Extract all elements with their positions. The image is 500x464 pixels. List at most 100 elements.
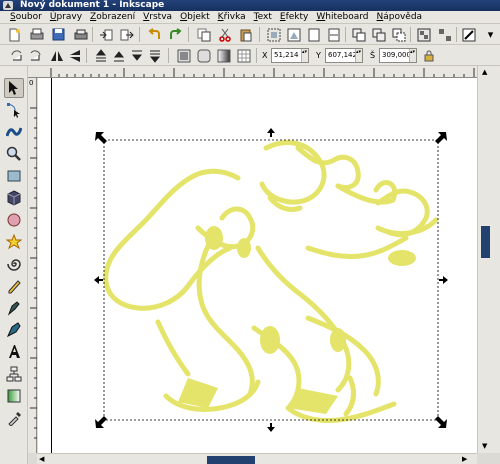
handle-left [94,276,103,284]
w-field[interactable]: 309,000 [379,48,417,63]
vertical-scroll-thumb[interactable] [481,226,490,258]
lock-icon[interactable] [420,47,437,64]
save-icon[interactable] [50,26,67,43]
selection-overlay[interactable] [38,78,477,453]
separator [345,27,346,42]
star-tool-icon[interactable] [4,232,24,252]
pen-tool-icon[interactable] [4,298,24,318]
zoom-page-icon[interactable] [305,26,322,43]
separator [139,27,140,42]
overflow-chevron-icon[interactable]: ▾ [482,26,499,43]
w-label: Š [370,51,376,60]
text-tool-icon[interactable] [4,342,24,362]
menu-view[interactable]: Zobrazení [86,11,139,24]
menu-help[interactable]: Nápověda [373,11,427,24]
menu-path[interactable]: Křivka [214,11,250,24]
separator [410,27,411,42]
separator [256,48,257,63]
export-icon[interactable] [118,26,135,43]
dropper-tool-icon[interactable] [4,408,24,428]
vertical-scrollbar[interactable]: ▲ ▼ [477,66,500,453]
x-label: X [262,51,268,60]
transform-patterns-icon[interactable] [235,47,252,64]
ungroup-icon[interactable] [436,26,453,43]
menu-bar: Soubor Úpravy Zobrazení Vrstva Objekt Kř… [0,11,500,24]
redo-icon[interactable] [166,26,183,43]
horizontal-ruler-ticks [50,68,495,77]
handle-bottom-left [95,416,107,428]
zoom-drawing-icon[interactable] [285,26,302,43]
rectangle-tool-icon[interactable] [4,166,24,186]
menu-whiteboard[interactable]: Whiteboard [312,11,372,24]
pencil-tool-icon[interactable] [4,276,24,296]
handle-top-right [435,132,447,144]
handle-bottom [267,423,275,432]
print-icon[interactable] [28,26,45,43]
lower-to-bottom-icon[interactable] [146,47,163,64]
separator [259,27,260,42]
separator [188,27,189,42]
scroll-right-icon[interactable]: ▶ [462,455,467,463]
scale-stroke-icon[interactable] [175,47,192,64]
menu-text[interactable]: Text [250,11,276,24]
tool-controls-bar: X 51,214 Y 607,142 Š 309,000 [0,45,500,66]
scroll-up-icon[interactable]: ▲ [482,68,487,76]
import-icon[interactable] [97,26,114,43]
selection-bbox [103,139,439,421]
copy-icon[interactable] [195,26,212,43]
3d-box-tool-icon[interactable] [4,188,24,208]
y-field[interactable]: 607,142 [325,48,363,63]
menu-edit[interactable]: Úpravy [46,11,86,24]
menu-object[interactable]: Objekt [176,11,214,24]
raise-to-top-icon[interactable] [92,47,109,64]
print-preview-icon[interactable] [72,26,89,43]
app-icon[interactable] [3,1,13,10]
handle-bottom-right [435,416,447,428]
rotate-90-ccw-icon[interactable] [8,47,25,64]
duplicate-icon[interactable] [350,26,367,43]
paste-icon[interactable] [237,26,254,43]
zoom-selection-icon[interactable] [265,26,282,43]
node-tool-icon[interactable] [4,100,24,120]
raise-icon[interactable] [110,47,127,64]
y-label: Y [316,51,321,60]
window-title: Nový dokument 1 - Inkscape [20,0,165,10]
group-icon[interactable] [415,26,432,43]
calligraphy-tool-icon[interactable] [4,320,24,340]
drawing-canvas[interactable] [38,78,477,453]
lower-icon[interactable] [128,47,145,64]
connector-tool-icon[interactable] [4,364,24,384]
flip-vertical-icon[interactable] [66,47,83,64]
rotate-90-cw-icon[interactable] [26,47,43,64]
scroll-down-icon[interactable]: ▼ [482,442,487,450]
ellipse-tool-icon[interactable] [4,210,24,230]
transform-gradients-icon[interactable] [215,47,232,64]
menu-file[interactable]: Soubor [6,11,46,24]
spiral-tool-icon[interactable] [4,254,24,274]
horizontal-ruler [28,66,500,78]
undo-icon[interactable] [146,26,163,43]
menu-effects[interactable]: Efekty [276,11,312,24]
scale-corners-icon[interactable] [195,47,212,64]
handle-top-left [95,132,107,144]
selector-tool-icon[interactable] [4,78,24,98]
clone-icon[interactable] [370,26,387,43]
scroll-left-icon[interactable]: ◀ [39,455,44,463]
flip-horizontal-icon[interactable] [48,47,65,64]
fill-stroke-icon[interactable] [460,26,477,43]
menu-layer[interactable]: Vrstva [139,11,176,24]
separator [92,27,93,42]
tweak-tool-icon[interactable] [4,122,24,142]
title-bar: Nový dokument 1 - Inkscape [0,0,500,11]
cut-icon[interactable] [216,26,233,43]
x-field[interactable]: 51,214 [271,48,309,63]
unlink-clone-icon[interactable] [390,26,407,43]
zoom-width-icon[interactable] [325,26,342,43]
gradient-tool-icon[interactable] [4,386,24,406]
zoom-tool-icon[interactable] [4,144,24,164]
vertical-ruler-ticks [30,107,37,439]
separator [456,27,457,42]
new-document-icon[interactable] [6,26,23,43]
horizontal-scrollbar[interactable]: ◀ ▶ [37,453,477,464]
horizontal-scroll-thumb[interactable] [207,456,255,464]
